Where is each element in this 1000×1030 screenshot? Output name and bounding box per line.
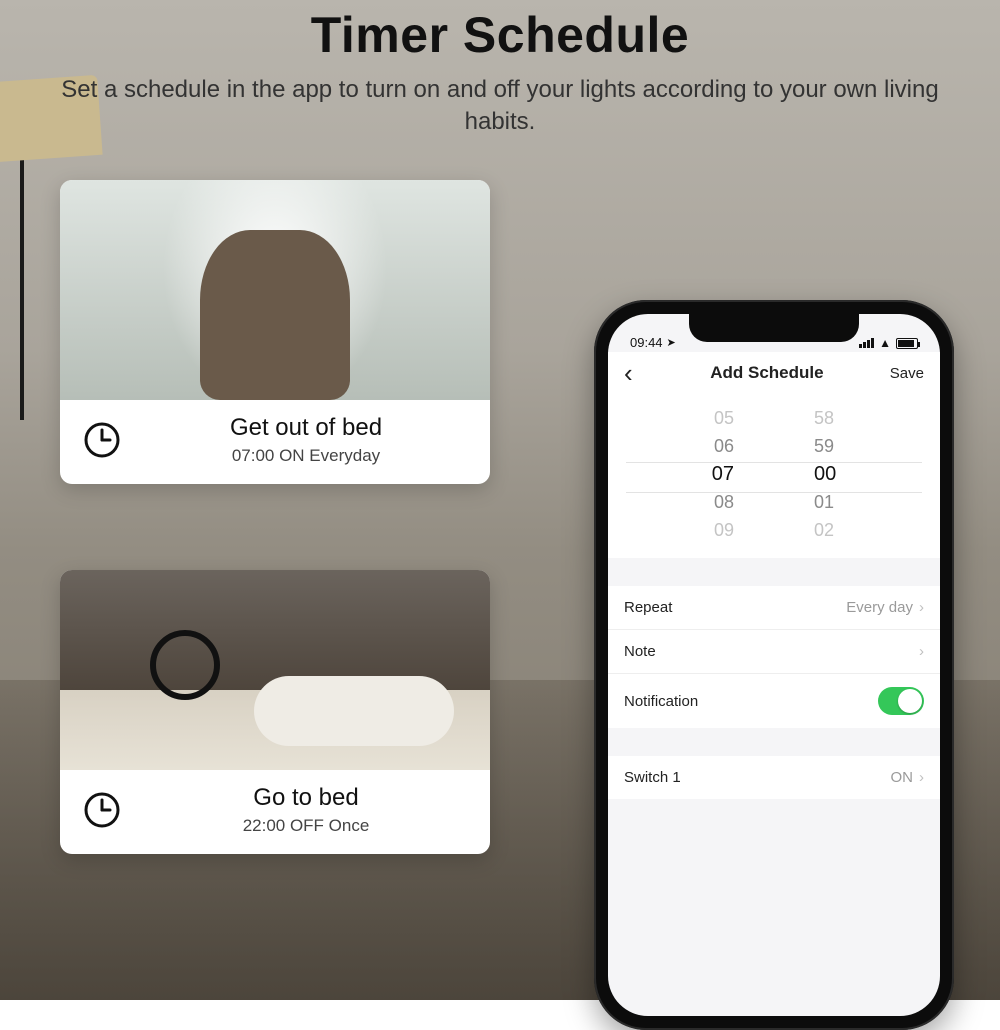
phone-screen: 09:44 ➤ ▲ ‹ Add Schedule Save 05 58 06 59 … [608,314,940,1016]
row-label: Notification [624,693,698,710]
row-note[interactable]: Note › [608,630,940,674]
switch-group: Switch 1 ON › [608,756,940,799]
picker-hour[interactable]: 05 [714,404,734,432]
chevron-right-icon: › [919,599,924,616]
wifi-icon: ▲ [879,336,891,350]
time-picker[interactable]: 05 58 06 59 07 00 08 01 09 02 [608,394,940,558]
signal-icon [859,338,874,348]
picker-hour[interactable]: 09 [714,516,734,544]
picker-minute[interactable]: 01 [814,488,834,516]
mirror-deco [150,630,220,700]
pillow-deco [254,676,454,746]
clock-icon [82,420,122,460]
card-subtitle: 22:00 OFF Once [144,816,468,836]
battery-icon [896,338,918,349]
phone-mockup: 09:44 ➤ ▲ ‹ Add Schedule Save 05 58 06 59 … [594,300,954,1030]
row-notification: Notification [608,674,940,728]
person-silhouette [200,230,350,400]
chevron-right-icon: › [919,769,924,786]
picker-minute[interactable]: 59 [814,432,834,460]
row-label: Note [624,643,656,660]
location-icon: ➤ [667,336,676,349]
schedule-card-night: Go to bed 22:00 OFF Once [60,570,490,854]
row-value: ON [891,769,914,786]
back-button[interactable]: ‹ [624,358,644,389]
row-label: Switch 1 [624,769,681,786]
picker-hour[interactable]: 08 [714,488,734,516]
phone-notch [689,314,859,342]
card-photo-night [60,570,490,770]
picker-minute[interactable]: 02 [814,516,834,544]
clock-icon [82,790,122,830]
statusbar-time: 09:44 [630,335,663,350]
picker-hour-selected[interactable]: 07 [712,460,734,488]
card-title: Get out of bed [144,414,468,442]
row-switch1[interactable]: Switch 1 ON › [608,756,940,799]
row-label: Repeat [624,599,672,616]
notification-toggle[interactable] [878,687,924,715]
picker-hour[interactable]: 06 [714,432,734,460]
picker-minute[interactable]: 58 [814,404,834,432]
settings-group: Repeat Every day › Note › Notification [608,586,940,728]
schedule-card-morning: Get out of bed 07:00 ON Everyday [60,180,490,484]
card-photo-morning [60,180,490,400]
hero-title: Timer Schedule [0,6,1000,64]
nav-bar: ‹ Add Schedule Save [608,352,940,394]
floor-lamp-deco [20,140,24,420]
picker-minute-selected[interactable]: 00 [814,460,836,488]
nav-title: Add Schedule [710,363,823,383]
card-subtitle: 07:00 ON Everyday [144,446,468,466]
chevron-right-icon: › [919,643,924,660]
save-button[interactable]: Save [890,365,924,382]
row-repeat[interactable]: Repeat Every day › [608,586,940,630]
hero-subtitle: Set a schedule in the app to turn on and… [0,74,1000,139]
row-value: Every day [846,599,913,616]
hero: Timer Schedule Set a schedule in the app… [0,6,1000,139]
card-title: Go to bed [144,784,468,812]
